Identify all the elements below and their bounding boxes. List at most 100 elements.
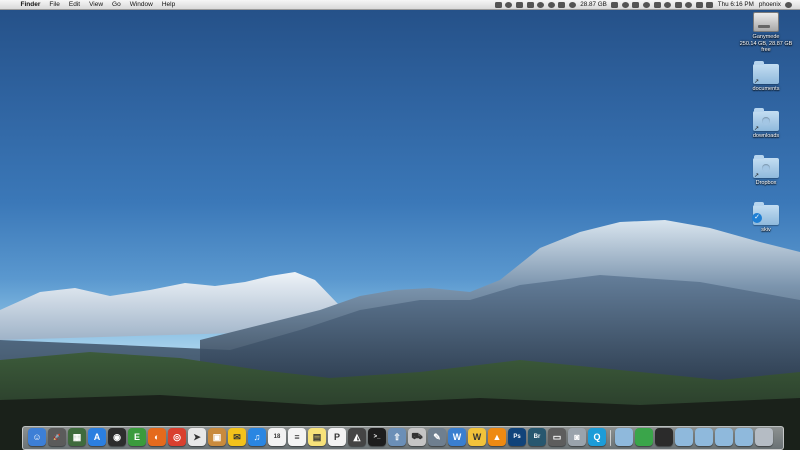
home-icon[interactable]	[494, 1, 502, 8]
menu-window[interactable]: Window	[125, 0, 157, 9]
synced-folder-icon: ✓	[752, 202, 779, 225]
dock-chrome-icon[interactable]: ◎	[168, 428, 186, 446]
dropbox-emblem-icon	[762, 164, 770, 172]
time-machine-icon[interactable]	[547, 1, 555, 8]
menu-clock[interactable]: Thu 6:16 PM	[718, 1, 754, 8]
desktop-icon-dropbox[interactable]: ↗ Dropbox	[735, 155, 797, 187]
desktop-icon-skiv[interactable]: ✓ skiv	[735, 202, 797, 234]
dock-downloads-stack-icon[interactable]	[695, 428, 713, 446]
dock-firefox-icon[interactable]: ◐	[148, 428, 166, 446]
dock-dashboard-icon[interactable]: ◉	[108, 428, 126, 446]
cloud-icon[interactable]	[505, 1, 513, 8]
dock-applications-folder-icon[interactable]	[615, 428, 633, 446]
spotlight-icon[interactable]	[785, 1, 793, 8]
dock-glyph: W	[472, 432, 482, 442]
dock-glyph: A	[93, 432, 101, 442]
dock-itunes-icon[interactable]: ♫	[248, 428, 266, 446]
menu-view[interactable]: View	[85, 0, 108, 9]
storage-readout[interactable]: 28.87 GB	[580, 1, 607, 8]
desktop-icon-label: skiv	[761, 227, 771, 233]
wifi-icon[interactable]	[685, 1, 693, 8]
dock-folder-stack-2-icon[interactable]	[735, 428, 753, 446]
dock-package-icon[interactable]: ▣	[208, 428, 226, 446]
download-arrow-icon	[762, 117, 770, 125]
alias-arrow-icon: ↗	[754, 173, 760, 179]
dock-activity-monitor-icon[interactable]	[635, 428, 653, 446]
dock-image-capture-icon[interactable]: ◙	[568, 428, 586, 446]
dock-mission-control-icon[interactable]: ▦	[68, 428, 86, 446]
menu-edit[interactable]: Edit	[64, 0, 84, 9]
menu-go[interactable]: Go	[108, 0, 126, 9]
dock-glyph: ◐	[154, 432, 160, 442]
dock-glyph: ♫	[253, 432, 261, 442]
dock-glyph: ▲	[492, 432, 502, 442]
dock-mail-send-icon[interactable]: ➤	[188, 428, 206, 446]
dock-system-monitor-icon[interactable]	[655, 428, 673, 446]
dock-bridge-icon[interactable]: Br	[528, 428, 546, 446]
dock-calendar-icon[interactable]: 18	[268, 428, 286, 446]
dock-sparrow-mail-icon[interactable]: ✉	[228, 428, 246, 446]
menu-finder[interactable]: Finder	[16, 0, 45, 9]
dock-separator	[610, 430, 611, 446]
status-area: 28.87 GB Thu 6:16 PM phoenix	[493, 0, 800, 9]
menu-bar: Finder File Edit View Go Window Help 28.…	[0, 0, 800, 10]
dock-terminal-icon[interactable]: >_	[368, 428, 386, 446]
script-icon[interactable]	[558, 1, 566, 8]
mountain-wallpaper	[0, 220, 800, 450]
dock-glyph: ◉	[113, 431, 121, 442]
menu-file[interactable]: File	[45, 0, 64, 9]
display-icon[interactable]	[674, 1, 682, 8]
dock-glyph: ⛟	[411, 431, 423, 441]
desktop[interactable]	[0, 0, 800, 450]
battery-icon[interactable]	[706, 1, 714, 8]
dock-glyph: ☺	[32, 432, 42, 442]
dock-evernote-icon[interactable]: E	[128, 428, 146, 446]
drive-icon[interactable]	[632, 1, 640, 8]
dock-uploader-icon[interactable]: ⇧	[388, 428, 406, 446]
refresh-icon[interactable]	[664, 1, 672, 8]
dock-app-store-icon[interactable]: A	[88, 428, 106, 446]
dock-glyph: ✉	[233, 431, 241, 442]
dock-stickies-icon[interactable]: ▤	[308, 428, 326, 446]
dock-transmit-icon[interactable]: ⛟	[408, 428, 426, 446]
dock-glyph: ▦	[72, 431, 82, 442]
alias-arrow-icon: ↗	[754, 79, 760, 85]
dock-screen-capture-icon[interactable]: ▭	[548, 428, 566, 446]
menu-help[interactable]: Help	[157, 0, 179, 9]
dock-alfred-icon[interactable]: ◭	[348, 428, 366, 446]
user-name[interactable]: phoenix	[759, 1, 781, 8]
dock-pandora-icon[interactable]: P	[328, 428, 346, 446]
dock-preview-icon[interactable]: ✎	[428, 428, 446, 446]
desktop-icon-downloads[interactable]: ↗ downloads	[735, 108, 797, 140]
dock-glyph: ≡	[294, 432, 300, 442]
dock-vlc-icon[interactable]: ▲	[488, 428, 506, 446]
evernote-icon[interactable]	[526, 1, 534, 8]
fan-icon[interactable]	[621, 1, 629, 8]
disk-icon[interactable]	[568, 1, 576, 8]
dock-wunderlist-icon[interactable]: W	[448, 428, 466, 446]
dock-folder-stack-icon[interactable]	[715, 428, 733, 446]
folder-icon: ↗	[753, 61, 779, 85]
bluetooth-icon[interactable]	[653, 1, 661, 8]
desktop-icon-ganymede[interactable]: Ganymede 250.14 GB, 28.87 GB free	[735, 12, 797, 54]
cpu-icon[interactable]	[611, 1, 619, 8]
activity-icon[interactable]	[642, 1, 650, 8]
dock-text-edit-icon[interactable]: ≡	[288, 428, 306, 446]
alias-arrow-icon: ↗	[754, 126, 760, 132]
dock-glyph: Q	[593, 432, 601, 442]
dock-trash-icon[interactable]	[755, 428, 773, 446]
dock-launchpad-icon[interactable]: 🚀	[48, 428, 66, 446]
dropbox-icon[interactable]	[515, 1, 523, 8]
checkmark-icon: ✓	[752, 213, 762, 223]
dock-word-icon[interactable]: W	[468, 428, 486, 446]
dock-photoshop-icon[interactable]: Ps	[508, 428, 526, 446]
volume-icon[interactable]	[695, 1, 703, 8]
dock-glyph: 18	[273, 434, 281, 440]
dock-quicktime-icon[interactable]: Q	[588, 428, 606, 446]
sync-icon[interactable]	[537, 1, 545, 8]
desktop-icon-documents[interactable]: ↗ documents	[735, 61, 797, 93]
dock-documents-stack-icon[interactable]	[675, 428, 693, 446]
desktop-icon-label: Dropbox	[755, 180, 777, 186]
dropbox-folder-icon: ↗	[753, 155, 779, 179]
dock-finder-icon[interactable]: ☺	[28, 428, 46, 446]
